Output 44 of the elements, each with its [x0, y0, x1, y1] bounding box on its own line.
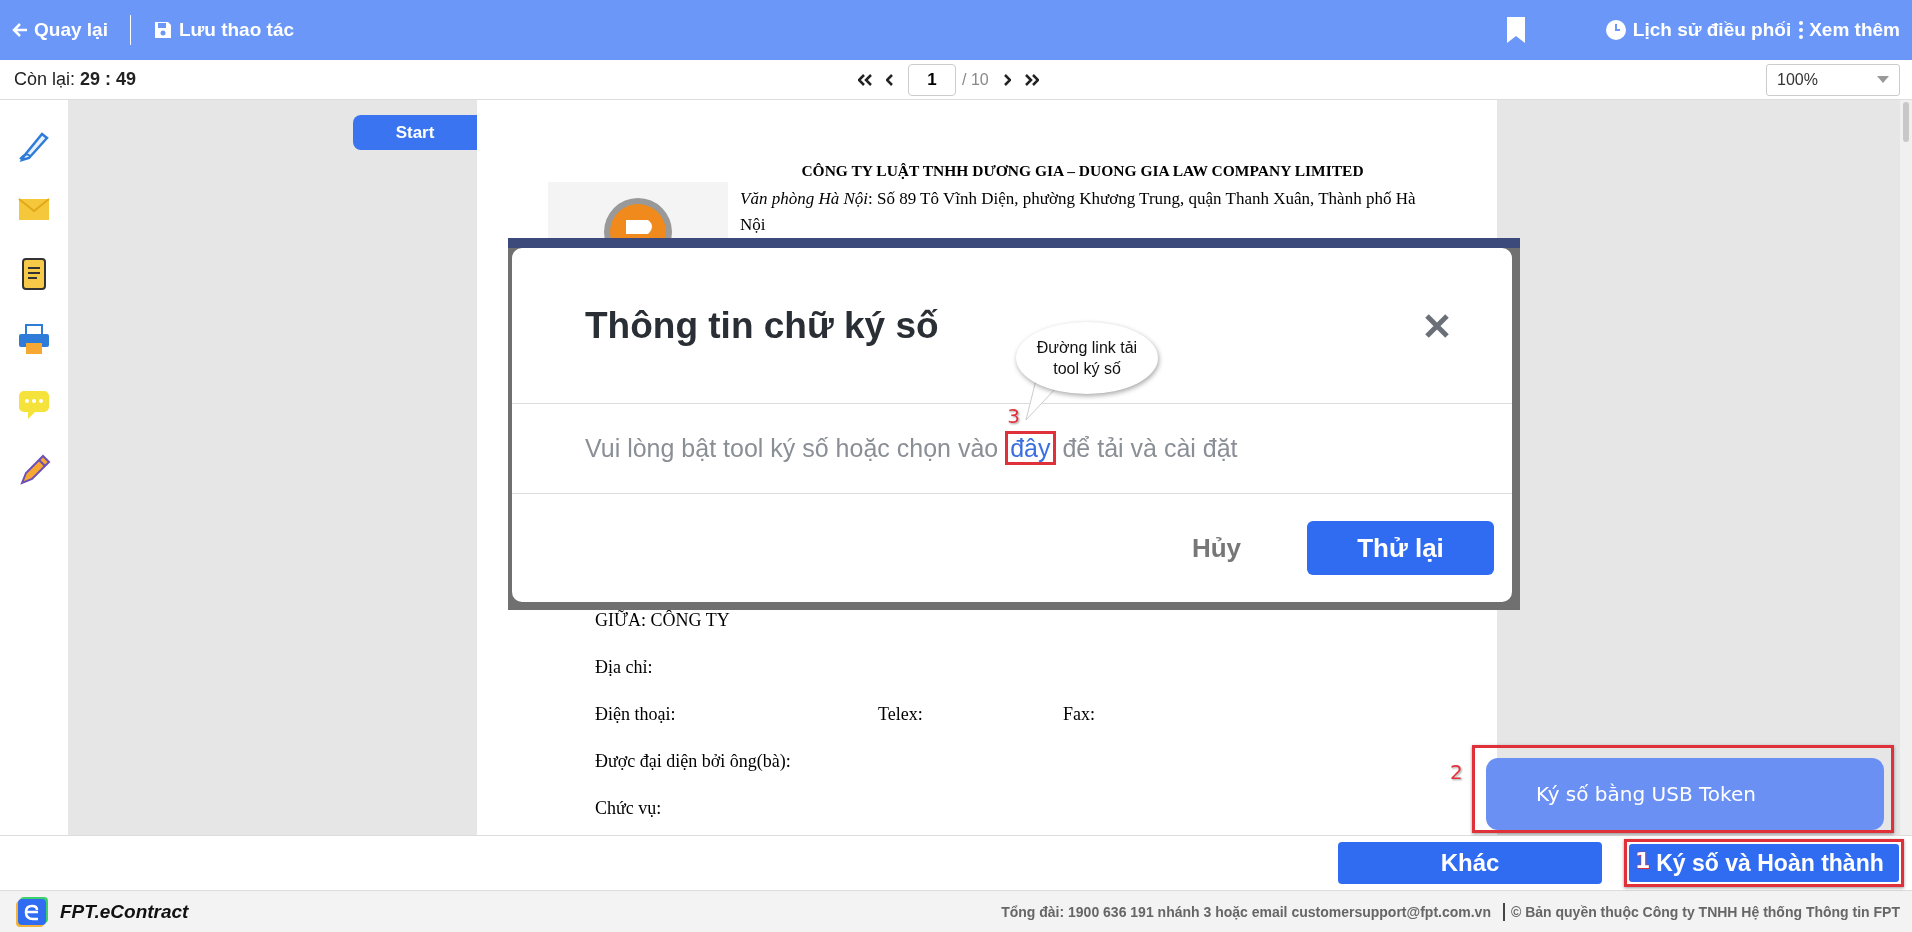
history-button[interactable]: Lịch sử điều phối	[1604, 19, 1792, 41]
page-input[interactable]: 1	[908, 64, 956, 96]
countdown-timer: Còn lại: 29 : 49	[14, 69, 137, 90]
more-icon	[1799, 21, 1804, 39]
previous-page-button[interactable]	[886, 74, 894, 86]
clock-icon	[1604, 19, 1627, 41]
field-label: Địa chỉ:	[595, 657, 653, 678]
cancel-button[interactable]: Hủy	[1191, 532, 1241, 564]
save-button[interactable]: Lưu thao tác	[152, 19, 295, 41]
page-total: / 10	[962, 71, 989, 89]
zoom-select[interactable]: 100%	[1766, 64, 1900, 96]
contact-info: Tổng đài: 1900 636 191 nhánh 3 hoặc email customersupport@fpt.com.vn	[1001, 903, 1491, 920]
bookmark-icon[interactable]	[1506, 17, 1525, 43]
copyright-text: © Bản quyền thuộc Công ty TNHH Hệ thống Thông tin FPT	[1510, 903, 1900, 920]
field-label: GIỮA: CÔNG TY	[595, 610, 730, 631]
step-number: 1	[1635, 848, 1651, 873]
more-button[interactable]: Xem thêm	[1799, 19, 1900, 41]
field-label: Chức vụ:	[595, 798, 662, 819]
brand-logo-icon	[16, 896, 48, 927]
brand-name: FPT.eContract	[60, 900, 189, 923]
field-label: Điện thoại:	[595, 704, 677, 725]
next-page-button[interactable]	[1002, 74, 1011, 86]
save-icon	[152, 20, 173, 40]
usb-token-option[interactable]: Ký số bằng USB Token	[1486, 758, 1884, 830]
back-button[interactable]: Quay lại	[12, 19, 108, 41]
document-heading: CÔNG TY LUẬT TNHH DƯƠNG GIA – DUONG GIA LAW COMPANY LIMITED	[800, 162, 1365, 180]
printer-icon[interactable]	[16, 321, 52, 357]
office-address: Văn phòng Hà Nội: Số 89 Tô Vĩnh Diện, phường Khương Trung, quận Thanh Xuân, Thành phố Hà Nội	[740, 188, 1417, 236]
field-label: Fax:	[1063, 704, 1096, 725]
download-link[interactable]: đây	[1005, 431, 1056, 465]
scrollbar-thumb[interactable]	[1903, 102, 1909, 142]
arrow-left-icon	[12, 22, 28, 38]
field-label: Telex:	[878, 704, 924, 725]
caret-icon	[1877, 76, 1889, 84]
first-page-button[interactable]	[858, 74, 872, 86]
step-number: 2	[1450, 760, 1463, 784]
other-button[interactable]: Khác	[1338, 842, 1602, 884]
retry-button[interactable]: Thử lại	[1307, 521, 1494, 575]
start-button[interactable]: Start	[353, 115, 477, 150]
field-label: Được đại diện bởi ông(bà):	[595, 751, 791, 772]
step-number: 3	[1007, 404, 1020, 428]
last-page-button[interactable]	[1024, 74, 1039, 86]
close-button[interactable]	[1424, 312, 1450, 339]
dialog-title: Thông tin chữ ký số	[585, 304, 939, 347]
